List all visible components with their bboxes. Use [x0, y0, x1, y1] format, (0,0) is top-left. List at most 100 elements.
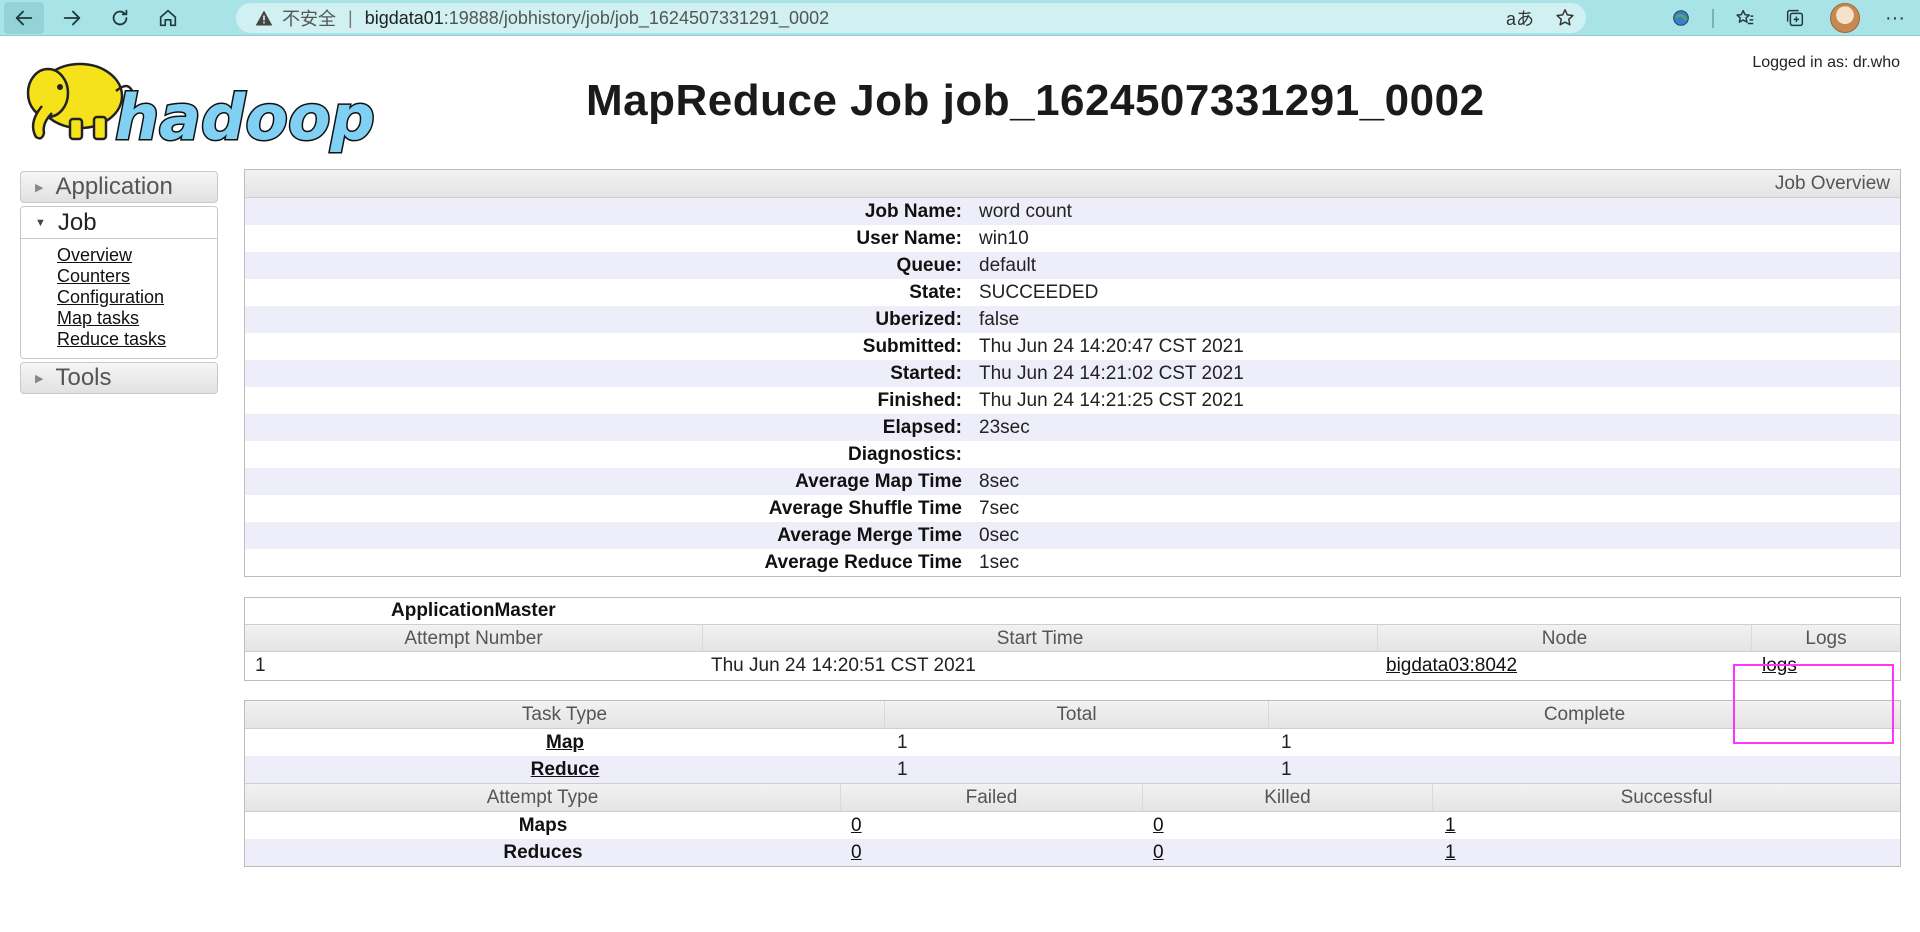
arrow-right-icon — [63, 10, 81, 25]
overview-key: Job Name: — [864, 200, 962, 222]
url-path: :19888/jobhistory/job/job_1624507331291_… — [443, 7, 830, 28]
maps-successful-link[interactable]: 1 — [1445, 815, 1456, 836]
table-row: 1 Thu Jun 24 14:20:51 CST 2021 bigdata03… — [245, 652, 1900, 680]
hadoop-logo[interactable]: hadoop — [20, 51, 395, 161]
overview-value: false — [979, 308, 1020, 330]
warning-icon — [255, 10, 273, 26]
reduces-failed-link[interactable]: 0 — [851, 842, 862, 863]
attempt-type-header-row: Attempt Type Failed Killed Successful — [245, 783, 1900, 812]
overview-key: Diagnostics: — [847, 443, 962, 465]
overview-row: Elapsed: 23sec — [245, 414, 1900, 441]
map-total-cell: 1 — [897, 732, 908, 753]
sidebar-job-header[interactable]: ▼ Job — [21, 207, 217, 239]
maps-failed-link[interactable]: 0 — [851, 815, 862, 836]
overview-row: Job Name: word count — [245, 198, 1900, 225]
attempt-type-maps-cell: Maps — [518, 815, 568, 836]
column-header-killed[interactable]: Killed — [1143, 784, 1433, 812]
overview-row: User Name: win10 — [245, 225, 1900, 252]
extension-button[interactable] — [1656, 0, 1706, 36]
logged-in-label: Logged in as: dr.who — [1752, 54, 1900, 71]
task-type-header-row: Task Type Total Complete — [245, 701, 1900, 729]
job-overview-panel: Job Overview Job Name: word count User Nam… — [244, 169, 1901, 577]
overview-key: Started: — [890, 362, 962, 384]
sidebar-link-overview[interactable]: Overview — [57, 245, 217, 266]
overview-value: 7sec — [979, 497, 1020, 519]
maps-killed-link[interactable]: 0 — [1153, 815, 1164, 836]
sidebar-tools-header[interactable]: ▶ Tools — [20, 362, 218, 394]
reduce-total-cell: 1 — [897, 759, 908, 780]
job-overview-header: Job Overview — [245, 170, 1900, 198]
avatar — [1830, 3, 1860, 33]
overview-key: Elapsed: — [882, 416, 962, 438]
reduces-successful-link[interactable]: 1 — [1445, 842, 1456, 863]
overview-value: win10 — [979, 227, 1029, 249]
overview-value: 0sec — [979, 524, 1020, 546]
overview-row: Started: Thu Jun 24 14:21:02 CST 2021 — [245, 360, 1900, 387]
sidebar-application-label: Application — [55, 173, 173, 200]
task-type-reduce-link[interactable]: Reduce — [531, 759, 600, 780]
overview-row: Submitted: Thu Jun 24 14:20:47 CST 2021 — [245, 333, 1900, 360]
triangle-down-icon: ▼ — [35, 216, 46, 229]
tasks-panel: Task Type Total Complete Map 1 1 Reduce … — [244, 700, 1901, 867]
overview-key: Queue: — [896, 254, 962, 276]
sidebar-link-configuration[interactable]: Configuration — [57, 287, 217, 308]
overview-row: Average Shuffle Time 7sec — [245, 495, 1900, 522]
task-type-map-link[interactable]: Map — [546, 732, 584, 753]
overview-key: User Name: — [856, 227, 962, 249]
column-header-complete[interactable]: Complete — [1269, 701, 1900, 729]
sidebar-link-counters[interactable]: Counters — [57, 266, 217, 287]
sidebar-job-section: ▼ Job Overview Counters Configuration Ma… — [20, 206, 218, 359]
attempt-number-cell: 1 — [255, 655, 266, 676]
address-bar[interactable]: 不安全 | bigdata01:19888/jobhistory/job/job… — [236, 3, 1586, 33]
sidebar-job-label: Job — [57, 208, 97, 236]
forward-button[interactable] — [52, 2, 92, 34]
column-header-attempt-number[interactable]: Attempt Number — [245, 624, 703, 652]
sidebar-link-map-tasks[interactable]: Map tasks — [57, 308, 217, 329]
column-header-failed[interactable]: Failed — [841, 784, 1143, 812]
sidebar-application-header[interactable]: ▶ Application — [20, 171, 218, 203]
column-header-task-type[interactable]: Task Type — [245, 701, 885, 729]
add-favorite-icon[interactable] — [1554, 7, 1576, 29]
url-host: bigdata01 — [364, 7, 444, 28]
back-button[interactable] — [4, 1, 44, 34]
column-header-successful[interactable]: Successful — [1433, 784, 1900, 812]
browser-toolbar: 不安全 | bigdata01:19888/jobhistory/job/job… — [0, 0, 1920, 36]
overview-key: Finished: — [877, 389, 962, 411]
overview-value: SUCCEEDED — [979, 281, 1099, 303]
reduces-killed-link[interactable]: 0 — [1153, 842, 1164, 863]
overview-row: Queue: default — [245, 252, 1900, 279]
column-header-total[interactable]: Total — [885, 701, 1269, 729]
logs-link[interactable]: logs — [1762, 655, 1797, 676]
more-menu-button[interactable]: ··· — [1870, 0, 1920, 36]
read-aloud-icon[interactable]: aあ — [1506, 5, 1534, 31]
overview-value: 8sec — [979, 470, 1020, 492]
column-header-attempt-type[interactable]: Attempt Type — [245, 784, 841, 812]
attempt-type-reduces-cell: Reduces — [503, 842, 583, 863]
overview-key: Average Map Time — [795, 470, 962, 492]
more-dots-icon: ··· — [1885, 6, 1905, 29]
overview-key: Average Reduce Time — [764, 551, 962, 573]
insecure-label: 不安全 — [282, 9, 336, 29]
collections-button[interactable] — [1770, 0, 1820, 36]
column-header-start-time[interactable]: Start Time — [703, 624, 1378, 652]
overview-value: 1sec — [979, 551, 1020, 573]
sidebar-link-reduce-tasks[interactable]: Reduce tasks — [57, 329, 217, 350]
sidebar: ▶ Application ▼ Job Overview Counters Co… — [20, 171, 218, 394]
refresh-button[interactable] — [100, 2, 140, 34]
overview-key: State: — [909, 281, 962, 303]
page-title: MapReduce Job job_1624507331291_0002 — [586, 76, 1485, 125]
overview-key: Submitted: — [862, 335, 962, 357]
table-row: Reduce 1 1 — [245, 756, 1900, 783]
overview-row: Diagnostics: — [245, 441, 1900, 468]
application-master-header-row: Attempt Number Start Time Node Logs — [245, 624, 1900, 652]
column-header-node[interactable]: Node — [1378, 624, 1752, 652]
overview-value: Thu Jun 24 14:20:47 CST 2021 — [979, 335, 1244, 357]
overview-value: 23sec — [979, 416, 1030, 438]
column-header-logs[interactable]: Logs — [1752, 624, 1900, 652]
profile-button[interactable] — [1820, 0, 1870, 36]
overview-value: Thu Jun 24 14:21:25 CST 2021 — [979, 389, 1244, 411]
node-link[interactable]: bigdata03:8042 — [1386, 655, 1517, 676]
home-button[interactable] — [148, 2, 188, 34]
overview-row: State: SUCCEEDED — [245, 279, 1900, 306]
favorites-button[interactable] — [1720, 0, 1770, 36]
